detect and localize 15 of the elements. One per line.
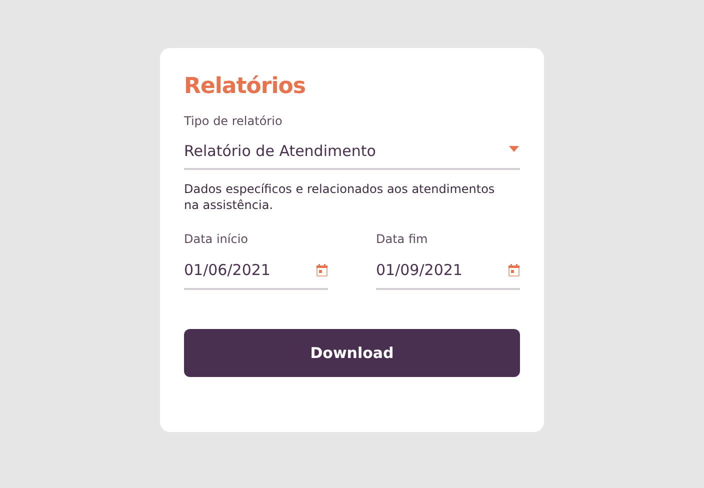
calendar-icon[interactable] bbox=[508, 264, 520, 277]
field-label: Data início bbox=[184, 231, 248, 247]
card-title: Relatórios bbox=[184, 73, 306, 101]
caret-icon bbox=[509, 146, 519, 152]
date-value: 01/06/2021 bbox=[184, 260, 270, 282]
date-field[interactable]: 01/09/2021 bbox=[376, 253, 520, 290]
date-value: 01/09/2021 bbox=[376, 260, 462, 282]
download-button[interactable]: Download bbox=[184, 329, 520, 377]
report-type-select[interactable]: Relatório de Atendimento bbox=[184, 135, 520, 170]
field-label: Tipo de relatório bbox=[184, 113, 282, 129]
date-field[interactable]: 01/06/2021 bbox=[184, 253, 328, 290]
field-label: Data fim bbox=[376, 231, 428, 247]
description-text: Dados específicos e relacionados aos atendimentos na assistência. bbox=[184, 181, 496, 213]
select-value: Relatório de Atendimento bbox=[184, 141, 376, 162]
calendar-icon[interactable] bbox=[316, 264, 328, 277]
